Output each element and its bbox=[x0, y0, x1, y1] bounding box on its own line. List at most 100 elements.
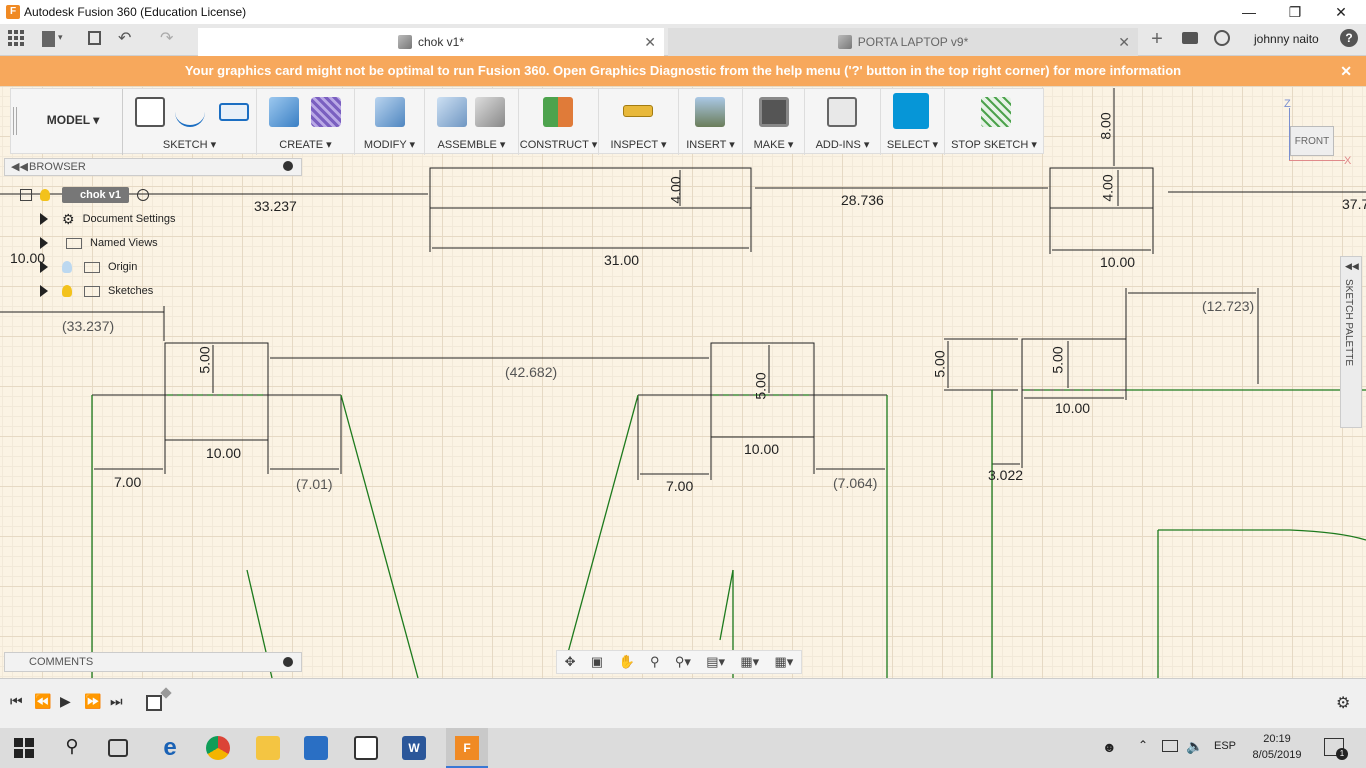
store-icon[interactable] bbox=[304, 736, 328, 760]
volume-icon[interactable]: 🔈 bbox=[1186, 738, 1203, 755]
offset-plane-icon[interactable] bbox=[543, 97, 573, 127]
joint-icon[interactable] bbox=[475, 97, 505, 127]
expand-palette-icon[interactable]: ◀◀ bbox=[1345, 261, 1359, 272]
timeline-marker[interactable] bbox=[160, 687, 172, 699]
expand-icon[interactable] bbox=[40, 261, 48, 273]
close-tab-icon[interactable]: ✕ bbox=[1118, 34, 1130, 51]
browser-panel-header[interactable]: ◀◀ BROWSER bbox=[4, 158, 302, 176]
save-icon[interactable] bbox=[88, 31, 101, 45]
chrome-icon[interactable] bbox=[206, 736, 230, 760]
data-panel-grid-icon[interactable] bbox=[8, 30, 24, 46]
dimension-label[interactable]: (33.237) bbox=[62, 318, 114, 334]
construct-menu[interactable]: CONSTRUCT ▾ bbox=[519, 138, 598, 151]
language-indicator[interactable]: ESP bbox=[1214, 740, 1236, 752]
dimension-label[interactable]: 3.022 bbox=[988, 467, 1023, 483]
create-sketch-icon[interactable] bbox=[135, 97, 165, 127]
select-menu[interactable]: SELECT ▾ bbox=[881, 138, 944, 151]
dimension-label[interactable]: 37.7 bbox=[1342, 196, 1366, 212]
visibility-bulb-icon[interactable] bbox=[62, 285, 72, 297]
chat-icon[interactable] bbox=[1182, 32, 1198, 44]
browser-item-sketches[interactable]: Sketches bbox=[40, 280, 153, 302]
pan-hand-icon[interactable]: ✋ bbox=[618, 654, 634, 670]
viewports-icon[interactable]: ▦▾ bbox=[774, 654, 793, 670]
dimension-label[interactable]: 28.736 bbox=[841, 192, 884, 208]
go-to-start-icon[interactable]: ⏮ bbox=[10, 693, 23, 710]
dimension-label[interactable]: 10.00 bbox=[744, 441, 779, 457]
file-dropdown-icon[interactable]: ▾ bbox=[58, 32, 63, 43]
assemble-menu[interactable]: ASSEMBLE ▾ bbox=[425, 138, 518, 151]
activate-radio-icon[interactable] bbox=[136, 189, 149, 201]
expand-icon[interactable] bbox=[40, 285, 48, 297]
stop-sketch-icon[interactable] bbox=[981, 97, 1011, 127]
viewcube-front[interactable]: FRONT bbox=[1290, 126, 1334, 156]
dimension-label[interactable]: 31.00 bbox=[604, 252, 639, 268]
dimension-label[interactable]: 5.00 bbox=[1050, 346, 1066, 373]
edge-browser-icon[interactable]: e bbox=[158, 736, 182, 760]
dimension-label[interactable]: 4.00 bbox=[1100, 174, 1116, 201]
new-component-icon[interactable] bbox=[437, 97, 467, 127]
show-hidden-icons-chevron[interactable]: ⌃ bbox=[1138, 738, 1148, 752]
sketch-menu[interactable]: SKETCH ▾ bbox=[123, 138, 256, 151]
user-name[interactable]: johnny naito bbox=[1254, 32, 1319, 46]
zoom-icon[interactable]: ⚲ bbox=[650, 654, 660, 670]
dimension-label[interactable]: 7.00 bbox=[114, 474, 141, 490]
modify-menu[interactable]: MODIFY ▾ bbox=[355, 138, 424, 151]
go-to-end-icon[interactable]: ⏭ bbox=[110, 693, 123, 710]
insert-menu[interactable]: INSERT ▾ bbox=[679, 138, 742, 151]
display-settings-icon[interactable]: ▤▾ bbox=[706, 654, 725, 670]
visibility-bulb-icon[interactable] bbox=[62, 261, 72, 273]
dimension-label[interactable]: (42.682) bbox=[505, 364, 557, 380]
look-at-icon[interactable]: ▣ bbox=[591, 654, 603, 670]
search-icon[interactable]: ⚲ bbox=[60, 736, 84, 760]
browser-item-origin[interactable]: Origin bbox=[40, 256, 137, 278]
undo-icon[interactable]: ↶ bbox=[118, 28, 131, 48]
clock[interactable]: 20:19 8/05/2019 bbox=[1252, 731, 1302, 763]
scripts-icon[interactable] bbox=[827, 97, 857, 127]
3d-print-icon[interactable] bbox=[759, 97, 789, 127]
file-explorer-icon[interactable] bbox=[256, 736, 280, 760]
collapse-panel-icon[interactable]: ◀◀ bbox=[11, 160, 28, 173]
stop-sketch-menu[interactable]: STOP SKETCH ▾ bbox=[945, 138, 1043, 151]
dimension-label[interactable]: (12.723) bbox=[1202, 298, 1254, 314]
tab-chok[interactable]: chok v1* ✕ bbox=[198, 28, 664, 56]
browser-root-row[interactable]: chok v1 bbox=[20, 184, 149, 206]
close-banner-icon[interactable]: ✕ bbox=[1340, 56, 1352, 86]
select-icon[interactable] bbox=[893, 93, 929, 129]
dimension-label[interactable]: 5.00 bbox=[197, 346, 213, 373]
job-status-icon[interactable] bbox=[1214, 30, 1230, 46]
dimension-label[interactable]: (7.064) bbox=[833, 475, 877, 491]
dimension-label[interactable]: 33.237 bbox=[254, 198, 297, 214]
line-tool-icon[interactable] bbox=[175, 97, 205, 127]
network-icon[interactable] bbox=[1162, 740, 1178, 752]
dimension-label[interactable]: 8.00 bbox=[1098, 112, 1114, 139]
browser-item-named-views[interactable]: Named Views bbox=[40, 232, 158, 254]
orbit-icon[interactable]: ✥ bbox=[565, 654, 576, 670]
visibility-bulb-icon[interactable] bbox=[40, 189, 50, 201]
help-icon[interactable]: ? bbox=[1340, 29, 1358, 47]
dimension-label[interactable]: 4.00 bbox=[668, 176, 684, 203]
timeline-settings-gear-icon[interactable]: ⚙ bbox=[1336, 693, 1350, 713]
close-tab-icon[interactable]: ✕ bbox=[644, 34, 656, 51]
new-tab-plus-icon[interactable]: + bbox=[1146, 28, 1168, 52]
make-menu[interactable]: MAKE ▾ bbox=[743, 138, 804, 151]
task-view-icon[interactable] bbox=[108, 739, 128, 757]
windows-start-icon[interactable] bbox=[14, 738, 34, 758]
fusion-taskbar-button[interactable]: F bbox=[446, 728, 488, 768]
measure-icon[interactable] bbox=[623, 105, 653, 117]
dimension-label[interactable]: 7.00 bbox=[666, 478, 693, 494]
extrude-icon[interactable] bbox=[269, 97, 299, 127]
minus-icon[interactable] bbox=[283, 161, 293, 171]
press-pull-icon[interactable] bbox=[375, 97, 405, 127]
close-window-button[interactable]: ✕ bbox=[1318, 0, 1364, 24]
sketch-palette-tab[interactable]: ◀◀ SKETCH PALETTE bbox=[1340, 256, 1362, 428]
mail-icon[interactable] bbox=[354, 736, 378, 760]
people-icon[interactable]: ☻ bbox=[1102, 739, 1117, 755]
minimize-button[interactable]: — bbox=[1226, 0, 1272, 24]
dimension-label[interactable]: 10.00 bbox=[1100, 254, 1135, 270]
tab-porta-laptop[interactable]: PORTA LAPTOP v9* ✕ bbox=[668, 28, 1138, 56]
dimension-label[interactable]: 10.00 bbox=[1055, 400, 1090, 416]
rectangle-tool-icon[interactable] bbox=[219, 103, 249, 121]
insert-image-icon[interactable] bbox=[695, 97, 725, 127]
dimension-label[interactable]: 5.00 bbox=[932, 350, 948, 377]
inspect-menu[interactable]: INSPECT ▾ bbox=[599, 138, 678, 151]
